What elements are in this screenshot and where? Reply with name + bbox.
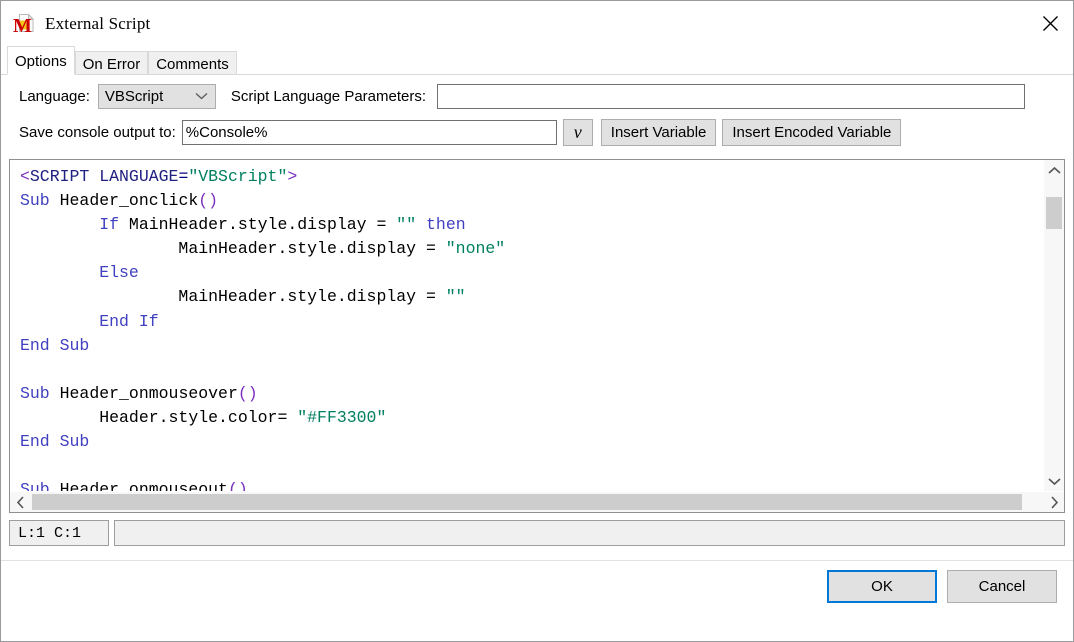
script-editor: <SCRIPT LANGUAGE="VBScript"> Sub Header_…: [9, 159, 1065, 513]
language-row: Language: VBScript Script Language Param…: [1, 79, 1073, 113]
insert-variable-label: Insert Variable: [611, 124, 707, 141]
code-token: MainHeader.style.display: [119, 215, 376, 234]
tab-comments[interactable]: Comments: [148, 51, 237, 75]
code-token: [416, 215, 426, 234]
code-token: MainHeader.style.display =: [20, 287, 446, 306]
code-token: (): [228, 480, 248, 491]
insert-variable-button[interactable]: Insert Variable: [601, 119, 717, 146]
variable-picker-label: v: [574, 122, 582, 143]
tab-on-error[interactable]: On Error: [75, 51, 149, 75]
save-console-output-input[interactable]: [182, 120, 557, 145]
code-token: =: [178, 167, 188, 186]
code-token: "": [396, 215, 416, 234]
status-message-cell: [114, 520, 1065, 546]
horizontal-scrollbar-thumb[interactable]: [32, 494, 1022, 510]
cancel-button-label: Cancel: [979, 578, 1026, 595]
editor-vertical-scrollbar[interactable]: [1043, 160, 1064, 491]
code-token: then: [426, 215, 466, 234]
script-editor-body: <SCRIPT LANGUAGE="VBScript"> Sub Header_…: [10, 160, 1064, 491]
code-token: <: [20, 167, 30, 186]
tab-options-label: Options: [15, 53, 67, 70]
title-bar: M External Script: [1, 1, 1073, 46]
language-label: Language:: [19, 88, 90, 105]
code-token: [20, 312, 99, 331]
code-token: [20, 263, 99, 282]
scroll-up-icon[interactable]: [1044, 160, 1064, 180]
cancel-button[interactable]: Cancel: [947, 570, 1057, 603]
code-token: Sub: [20, 480, 50, 491]
insert-encoded-variable-button[interactable]: Insert Encoded Variable: [722, 119, 901, 146]
console-output-row: Save console output to: v Insert Variabl…: [1, 115, 1073, 149]
code-token: [386, 215, 396, 234]
svg-text:M: M: [13, 15, 32, 37]
script-language-parameters-input[interactable]: [437, 84, 1025, 109]
code-token: =: [376, 215, 386, 234]
code-token: End Sub: [20, 432, 89, 451]
code-token: >: [287, 167, 297, 186]
scroll-down-icon[interactable]: [1044, 471, 1064, 491]
code-token: Sub: [20, 384, 50, 403]
code-token: [20, 215, 99, 234]
script-language-parameters-label: Script Language Parameters:: [231, 88, 426, 105]
macro-m-document-icon: M: [11, 11, 37, 37]
code-token: "": [446, 287, 466, 306]
footer-divider: [1, 560, 1073, 561]
code-token: SCRIPT LANGUAGE: [30, 167, 179, 186]
window-title: External Script: [45, 14, 150, 34]
scroll-left-icon[interactable]: [10, 492, 30, 512]
cursor-position-status: L:1 C:1: [9, 520, 109, 546]
code-token: Header_onmouseover: [50, 384, 238, 403]
tab-strip: Options On Error Comments: [1, 46, 1073, 75]
tab-options[interactable]: Options: [7, 46, 75, 75]
dialog-footer: OK Cancel: [1, 546, 1073, 641]
code-token: Header.style.color=: [20, 408, 297, 427]
code-token: If: [99, 215, 119, 234]
vertical-scrollbar-thumb[interactable]: [1046, 197, 1062, 229]
code-token: Sub: [20, 191, 50, 210]
editor-horizontal-scrollbar[interactable]: [10, 491, 1064, 512]
chevron-down-icon: [195, 88, 208, 105]
code-token: Else: [99, 263, 139, 282]
options-form: Language: VBScript Script Language Param…: [1, 75, 1073, 149]
cursor-position-text: L:1 C:1: [18, 525, 81, 542]
code-token: "#FF3300": [297, 408, 386, 427]
language-select[interactable]: VBScript: [98, 84, 216, 109]
code-token: Header_onclick: [50, 191, 199, 210]
ok-button-label: OK: [871, 578, 893, 595]
language-select-value: VBScript: [105, 88, 163, 105]
external-script-dialog: M External Script Options On Error Comme…: [0, 0, 1074, 642]
code-token: End Sub: [20, 336, 89, 355]
tab-comments-label: Comments: [156, 56, 229, 73]
close-icon[interactable]: [1027, 1, 1073, 46]
code-token: (): [198, 191, 218, 210]
insert-encoded-variable-label: Insert Encoded Variable: [732, 124, 891, 141]
code-token: (): [238, 384, 258, 403]
tab-on-error-label: On Error: [83, 56, 141, 73]
code-token: MainHeader.style.display =: [20, 239, 446, 258]
variable-picker-button[interactable]: v: [563, 119, 593, 146]
code-token: End If: [99, 312, 158, 331]
code-token: "VBScript": [188, 167, 287, 186]
code-token: Header_onmouseout: [50, 480, 228, 491]
ok-button[interactable]: OK: [827, 570, 937, 603]
scroll-right-icon[interactable]: [1044, 492, 1064, 512]
status-bar: L:1 C:1: [9, 520, 1065, 546]
code-token: "none": [446, 239, 505, 258]
save-console-output-label: Save console output to:: [19, 124, 176, 141]
script-code-text[interactable]: <SCRIPT LANGUAGE="VBScript"> Sub Header_…: [10, 160, 1043, 491]
